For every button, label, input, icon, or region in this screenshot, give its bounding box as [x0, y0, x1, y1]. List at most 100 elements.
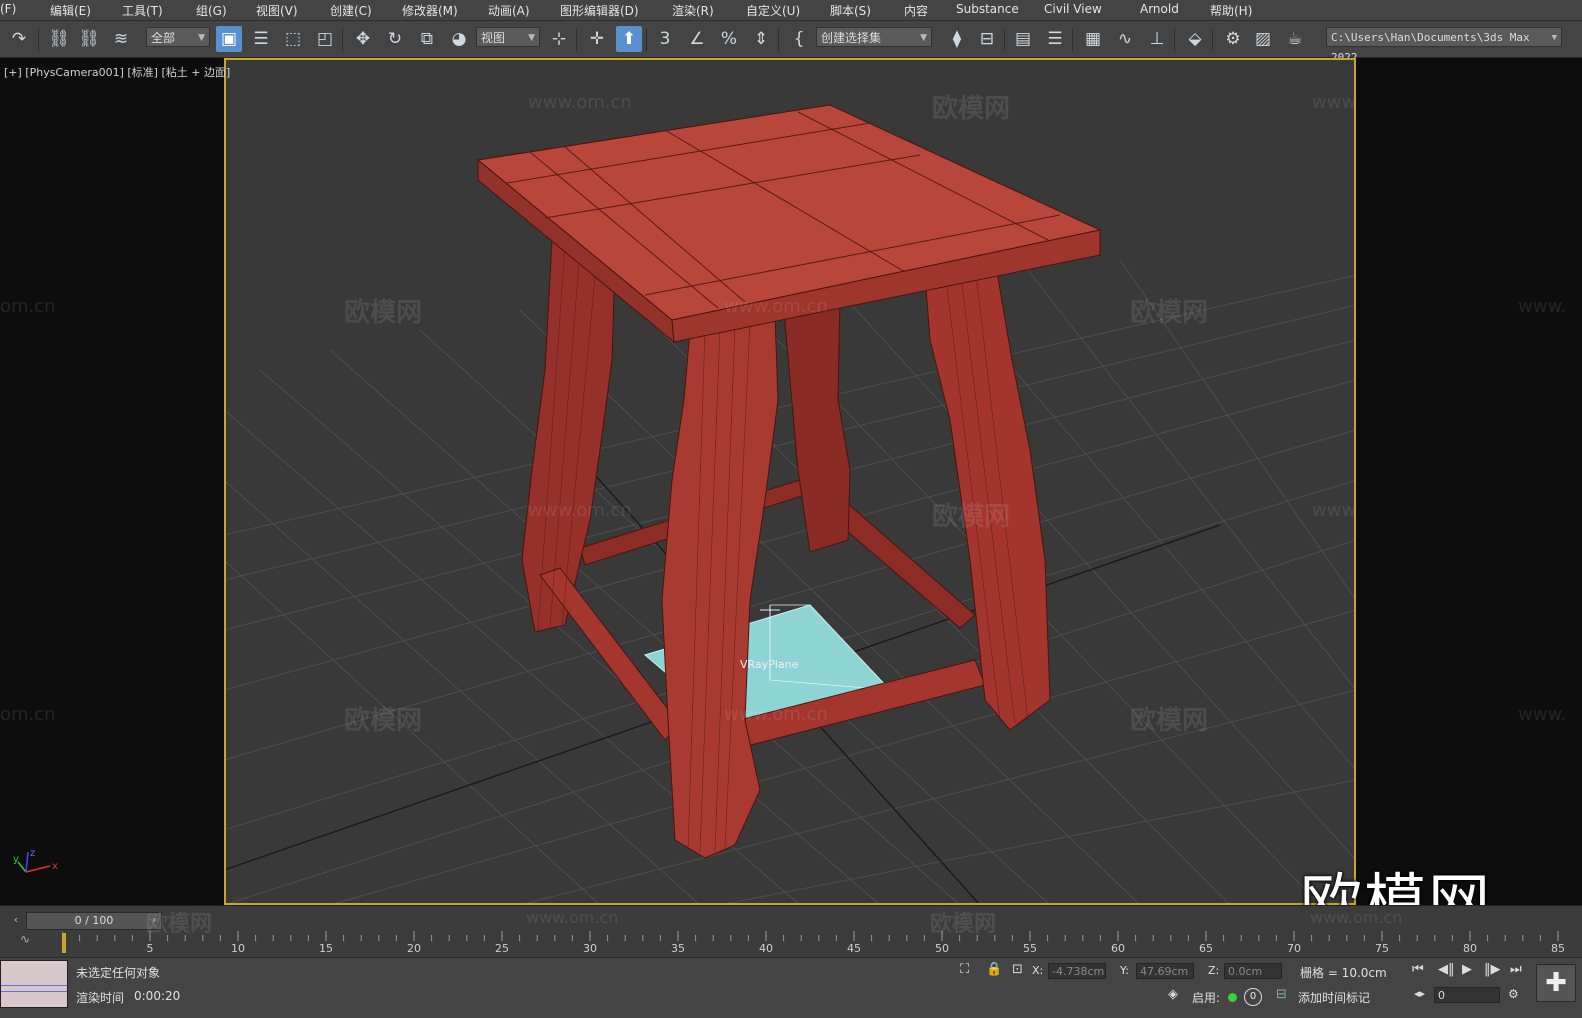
- scale-icon[interactable]: ⧉: [414, 26, 440, 52]
- select-by-name-icon[interactable]: ☰: [248, 26, 274, 52]
- viewport-navigation-zoom-icon[interactable]: ✚: [1536, 964, 1576, 1002]
- link-icon[interactable]: ⛓: [46, 26, 72, 52]
- watermark-url: www.om.cn: [1312, 92, 1356, 113]
- next-frame-icon[interactable]: ‖▶: [1484, 962, 1501, 977]
- time-slider-bar: ‹ 0 / 100 › ∿ 5 10 15 20 25 30 35 40 45 …: [0, 905, 1582, 958]
- rect-selection-region-icon[interactable]: ⬚: [280, 26, 306, 52]
- rotate-icon[interactable]: ↻: [382, 26, 408, 52]
- place-icon[interactable]: ◕: [446, 26, 472, 52]
- curve-editor-icon[interactable]: ∿: [1112, 26, 1138, 52]
- tick-label: 40: [759, 942, 773, 955]
- key-mode-icon[interactable]: ◂▸: [1414, 987, 1425, 1000]
- snap-toggle-icon[interactable]: 3: [652, 26, 678, 52]
- mini-curve-editor-icon[interactable]: ∿: [20, 932, 30, 946]
- menu-group[interactable]: 组(G): [196, 2, 227, 19]
- bind-space-warp-icon[interactable]: ≋: [108, 26, 134, 52]
- previous-frame-icon[interactable]: ◀‖: [1438, 962, 1455, 977]
- watermark: 欧模网: [1130, 298, 1209, 328]
- named-selection-set-dropdown[interactable]: 创建选择集 ▼: [816, 27, 932, 47]
- scene-explorer-icon[interactable]: ▤: [1010, 26, 1036, 52]
- schematic-view-icon[interactable]: ⊥: [1144, 26, 1170, 52]
- menu-create[interactable]: 创建(C): [330, 2, 372, 19]
- watermark: 欧模网: [226, 496, 227, 533]
- y-coord-field[interactable]: 47.69cm: [1136, 963, 1194, 979]
- window-crossing-icon[interactable]: ◰: [312, 26, 338, 52]
- percent-snap-icon[interactable]: %: [716, 26, 742, 52]
- redo-icon[interactable]: ↷: [6, 26, 32, 52]
- watermark: 欧模网: [344, 706, 423, 736]
- isolate-selection-icon[interactable]: ⛶: [960, 962, 969, 977]
- time-configuration-icon[interactable]: ⚙: [1508, 987, 1519, 1001]
- material-editor-icon[interactable]: ⬙: [1182, 26, 1208, 52]
- mirror-icon[interactable]: ⧫: [944, 26, 970, 52]
- grid-size: 栅格 = 10.0cm: [1300, 966, 1387, 980]
- add-time-tag[interactable]: 添加时间标记: [1298, 989, 1370, 1006]
- prev-frame-arrow-icon[interactable]: ‹: [10, 912, 22, 928]
- move-icon[interactable]: ✥: [350, 26, 376, 52]
- reference-coordinate-dropdown[interactable]: 视图 ▼: [476, 27, 540, 47]
- menu-tools[interactable]: 工具(T): [122, 2, 163, 19]
- track-bar[interactable]: 5 10 15 20 25 30 35 40 45 50 55 60 65 70…: [62, 931, 1572, 957]
- absolute-mode-icon[interactable]: ⊡: [1012, 962, 1023, 977]
- go-to-end-icon[interactable]: ⏭: [1510, 962, 1522, 977]
- menu-modifiers[interactable]: 修改器(M): [402, 2, 458, 19]
- menu-arnold[interactable]: Arnold: [1140, 2, 1179, 16]
- viewport-letterbox-right: [1356, 58, 1582, 905]
- go-to-start-icon[interactable]: ⏮: [1412, 962, 1424, 977]
- tick-label: 65: [1199, 942, 1213, 955]
- perspective-viewport[interactable]: 欧模网 www.om.cn 欧模网 www.om.cn 欧模网 欧模网 www.…: [224, 58, 1356, 905]
- stool-leg-back-right: [782, 299, 851, 553]
- viewport-label-menu[interactable]: [+] [PhysCamera001] [标准] [粘土 + 边面]: [4, 64, 230, 80]
- select-object-icon[interactable]: ▣: [216, 26, 242, 52]
- pivot-center-icon[interactable]: ⊹: [546, 26, 572, 52]
- menu-scripting[interactable]: 脚本(S): [830, 2, 871, 19]
- x-coord-field[interactable]: -4.738cm: [1048, 963, 1106, 979]
- tick-label: 5: [146, 942, 154, 955]
- menu-edit[interactable]: 编辑(E): [50, 2, 91, 19]
- watermark-url: www.om.cn: [1310, 908, 1403, 927]
- render-production-icon[interactable]: ☕: [1282, 26, 1308, 52]
- play-icon[interactable]: ▶: [1462, 962, 1472, 977]
- menu-customize[interactable]: 自定义(U): [746, 2, 800, 19]
- menu-file[interactable]: (F): [0, 2, 16, 16]
- layer-explorer-icon[interactable]: ☰: [1042, 26, 1068, 52]
- menu-view[interactable]: 视图(V): [256, 2, 298, 19]
- align-icon[interactable]: ⊟: [974, 26, 1000, 52]
- angle-snap-icon[interactable]: ∠: [684, 26, 710, 52]
- z-coord-field[interactable]: 0.0cm: [1224, 963, 1282, 979]
- menu-content[interactable]: 内容: [904, 2, 928, 19]
- time-tag-icon[interactable]: ⊟: [1276, 987, 1287, 1002]
- x-coord-label: X:: [1032, 964, 1044, 977]
- status-bar: 未选定任何对象 渲染时间 0:00:20 ⛶ 🔒 ⊡ X: -4.738cm Y…: [0, 957, 1582, 1018]
- menu-animation[interactable]: 动画(A): [488, 2, 530, 19]
- selection-filter-dropdown[interactable]: 全部 ▼: [146, 27, 210, 47]
- edit-named-selection-icon[interactable]: {: [786, 26, 812, 52]
- menu-civil-view[interactable]: Civil View: [1044, 2, 1102, 16]
- watermark: 欧模网: [146, 912, 213, 937]
- menu-substance[interactable]: Substance: [956, 2, 1019, 16]
- spinner-snap-icon[interactable]: ⇕: [748, 26, 774, 52]
- project-path-dropdown[interactable]: C:\Users\Han\Documents\3ds Max 2022▼: [1326, 27, 1562, 64]
- toggle-ribbon-icon[interactable]: ▦: [1080, 26, 1106, 52]
- menu-help[interactable]: 帮助(H): [1210, 2, 1252, 19]
- tick-label: 50: [935, 942, 949, 955]
- keyboard-shortcut-override-icon[interactable]: ⬆: [616, 26, 642, 52]
- watermark-url: om.cn: [0, 296, 56, 317]
- menu-graph-editors[interactable]: 图形编辑器(D): [560, 2, 639, 19]
- axis-x-label: x: [52, 861, 58, 872]
- maxscript-listener-mini[interactable]: [0, 960, 68, 1008]
- unlink-icon[interactable]: ⛓: [76, 26, 102, 52]
- vray-plane-label: VRayPlane: [740, 658, 799, 671]
- watermark: 欧模网: [344, 298, 423, 328]
- render-setup-icon[interactable]: ⚙: [1220, 26, 1246, 52]
- current-frame-field[interactable]: 0: [1434, 987, 1500, 1003]
- watermark-url: www.om.cn: [724, 296, 828, 317]
- lock-selection-icon[interactable]: 🔒: [986, 962, 1002, 977]
- adaptive-degradation-icon[interactable]: ◈: [1168, 987, 1178, 1002]
- current-frame-marker[interactable]: [62, 933, 66, 953]
- stool-stretchers-back: [579, 479, 976, 629]
- menu-rendering[interactable]: 渲染(R): [672, 2, 714, 19]
- select-manipulate-icon[interactable]: ✛: [584, 26, 610, 52]
- time-slider[interactable]: 0 / 100: [26, 912, 162, 930]
- rendered-frame-window-icon[interactable]: ▨: [1250, 26, 1276, 52]
